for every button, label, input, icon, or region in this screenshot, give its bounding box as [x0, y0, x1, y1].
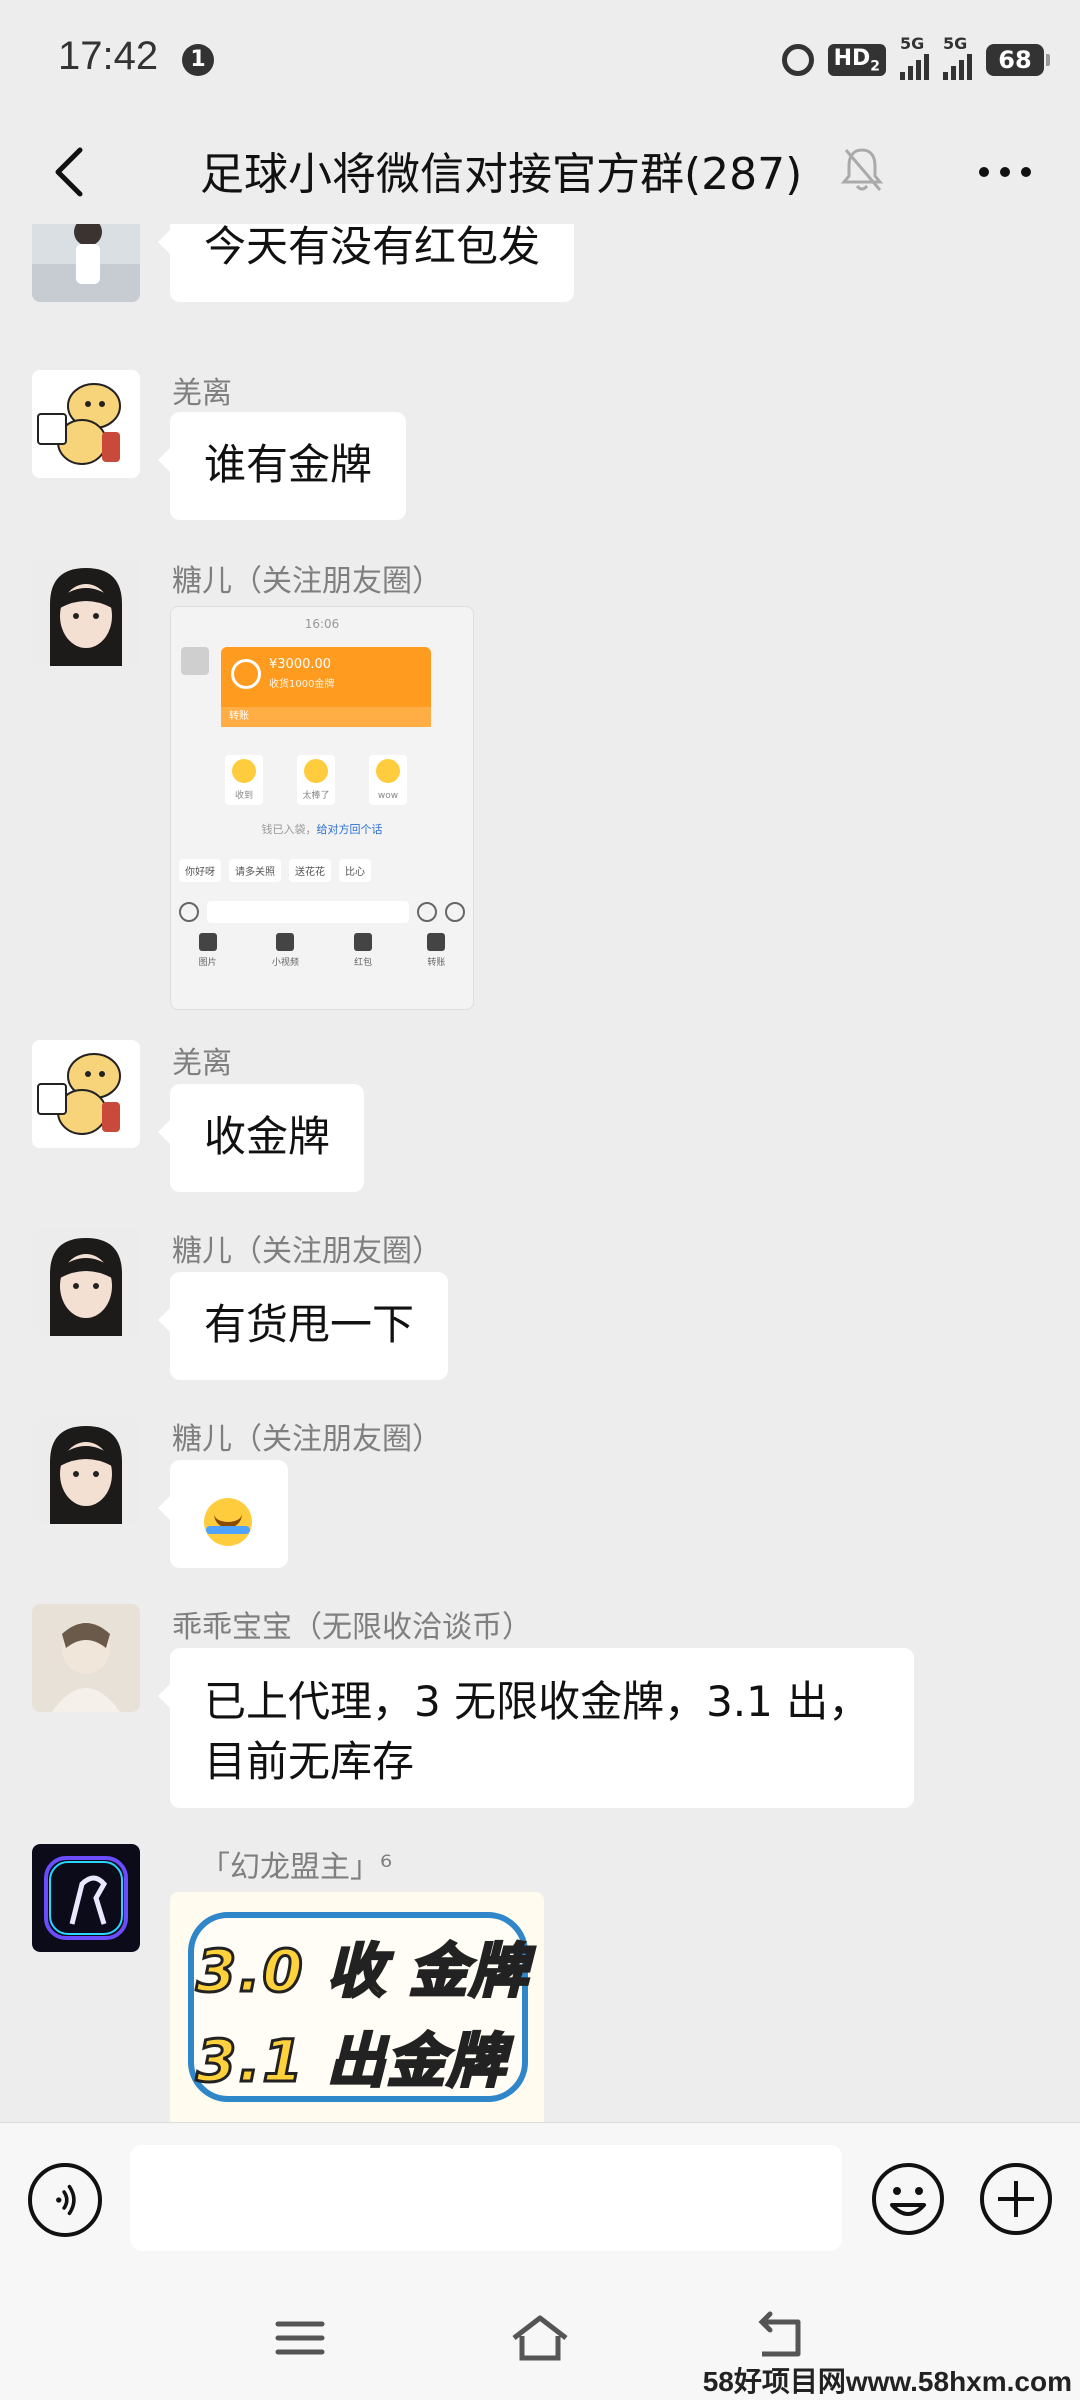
- back-nav-icon[interactable]: [748, 2310, 812, 2366]
- more-icon[interactable]: [970, 142, 1040, 202]
- voice-icon[interactable]: [28, 2163, 102, 2237]
- alarm-icon: [781, 44, 814, 76]
- input-bar: [0, 2122, 1080, 2271]
- avatar[interactable]: [32, 224, 140, 302]
- signal-icon: 5G: [900, 34, 929, 80]
- chat-header: 足球小将微信对接官方群(287): [0, 120, 1080, 224]
- back-icon[interactable]: [40, 140, 104, 204]
- message-bubble[interactable]: 有货甩一下: [157, 1272, 449, 1380]
- plus-icon[interactable]: [978, 2161, 1054, 2237]
- transfer-card: ¥3000.00 收货1000金牌 转账: [221, 647, 431, 727]
- sender-name: 糖儿（关注朋友圈）: [172, 564, 442, 599]
- home-icon[interactable]: [508, 2310, 572, 2366]
- status-bar: 17:42 1 HD2 5G 5G 68: [0, 0, 1080, 120]
- watermark: 58好项目网www.58hxm.com: [702, 2366, 1072, 2397]
- avatar[interactable]: [32, 370, 140, 478]
- mini-avatar: [181, 647, 209, 675]
- message-list[interactable]: 今天有没有红包发 羌离 谁有金牌 糖儿（关注朋友圈） 16:06 ¥3000.0…: [0, 224, 1080, 2122]
- coin-icon: [231, 659, 261, 689]
- message-bubble[interactable]: 谁有金牌: [157, 412, 407, 520]
- sticker-message[interactable]: 3.0 收 金牌 3.1 出金牌: [170, 1892, 544, 2122]
- sender-name: 羌离: [172, 376, 232, 411]
- sender-name: 乖乖宝宝（无限收洽谈币）: [172, 1610, 532, 1645]
- signal-icon: 5G: [943, 34, 972, 80]
- avatar[interactable]: [32, 1844, 140, 1952]
- sender-name: 羌离: [172, 1046, 232, 1081]
- system-navigation-bar: 58好项目网www.58hxm.com: [0, 2270, 1080, 2400]
- emoji-icon[interactable]: [870, 2161, 946, 2237]
- avatar[interactable]: [32, 1040, 140, 1148]
- chat-title: 足球小将微信对接官方群(287): [200, 149, 803, 200]
- message-bubble[interactable]: [158, 1460, 288, 1568]
- battery-icon: 68: [986, 44, 1050, 76]
- image-message[interactable]: 16:06 ¥3000.00 收货1000金牌 转账 收到 太棒了 wow 钱已…: [170, 606, 474, 1010]
- avatar[interactable]: [32, 558, 140, 666]
- mute-bell-icon: [840, 148, 884, 191]
- message-bubble[interactable]: 今天有没有红包发: [157, 224, 575, 302]
- tears-of-joy-emoji-icon: [204, 1497, 252, 1546]
- message-bubble[interactable]: 收金牌: [157, 1084, 365, 1192]
- sender-name: 糖儿（关注朋友圈）: [172, 1422, 442, 1457]
- avatar[interactable]: [32, 1228, 140, 1336]
- status-time: 17:42: [58, 34, 159, 78]
- notification-badge: 1: [182, 44, 214, 76]
- hd-icon: HD2: [827, 43, 886, 77]
- status-icons: HD2 5G 5G 68: [781, 34, 1050, 84]
- message-bubble[interactable]: 已上代理，3 无限收金牌，3.1 出， 目前无库存: [158, 1648, 914, 1808]
- sender-name: 糖儿（关注朋友圈）: [172, 1234, 442, 1269]
- message-input[interactable]: [130, 2145, 842, 2251]
- sender-name: 「幻龙盟主」⁶: [200, 1850, 393, 1885]
- avatar[interactable]: [32, 1416, 140, 1524]
- avatar[interactable]: [32, 1604, 140, 1712]
- menu-icon[interactable]: [268, 2310, 332, 2366]
